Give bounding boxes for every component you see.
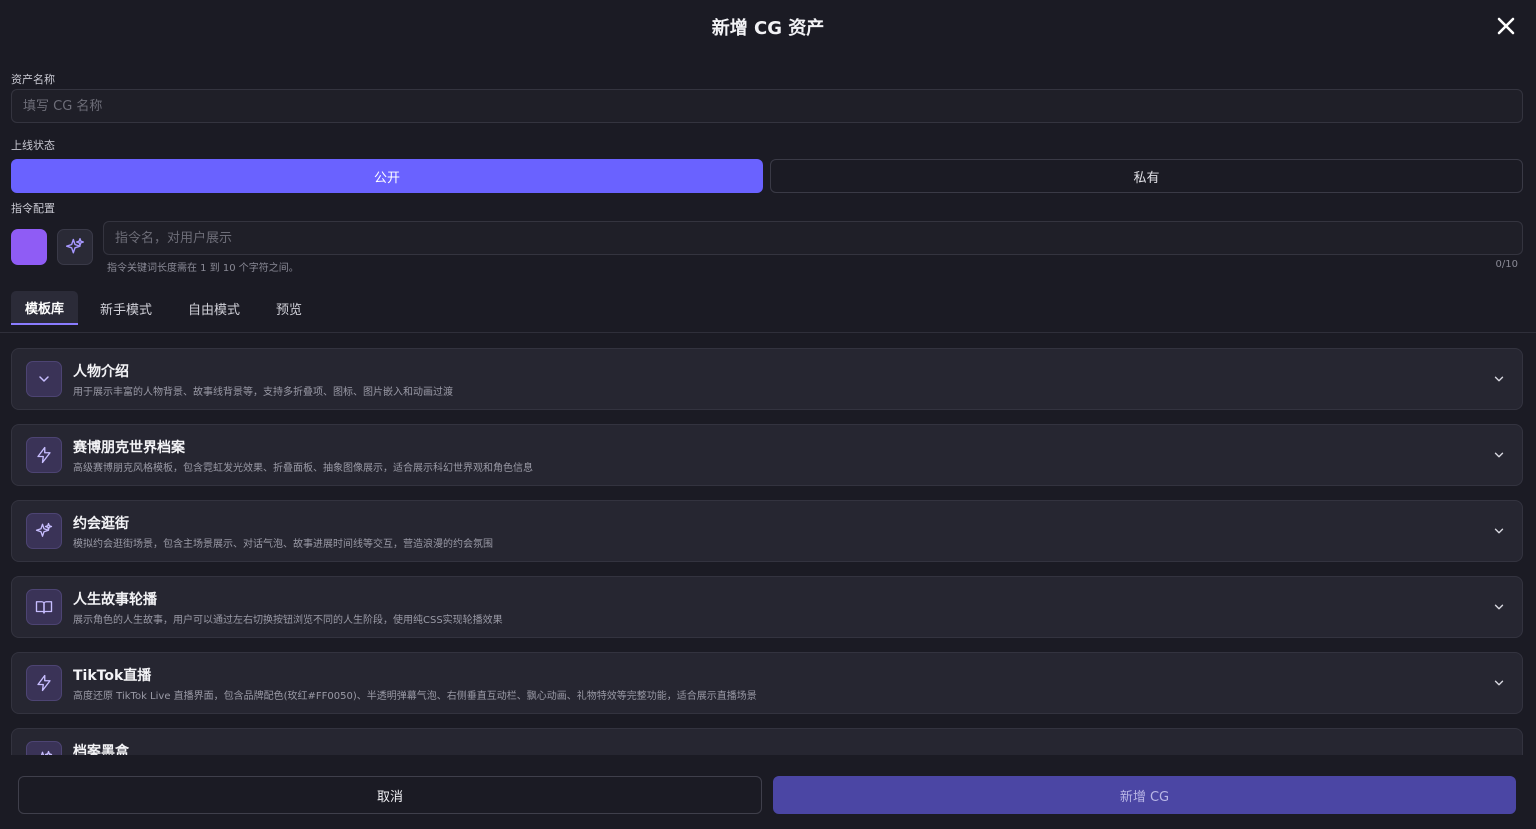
cancel-button[interactable]: 取消 (18, 776, 762, 814)
dialog-title: 新增 CG 资产 (711, 18, 825, 39)
icon-picker-button[interactable] (57, 229, 93, 265)
tab-template-library[interactable]: 模板库 (11, 291, 79, 325)
lightning-icon (26, 437, 62, 473)
expand-chevron-icon[interactable] (1492, 676, 1506, 690)
submit-add-cg-button[interactable]: 新增 CG (773, 776, 1516, 814)
expand-chevron-icon[interactable] (1492, 372, 1506, 386)
close-icon[interactable] (1494, 14, 1518, 38)
dialog-footer: 取消 新增 CG (0, 755, 1536, 829)
template-title: TikTok直播 (73, 668, 152, 684)
template-title: 赛博朋克世界档案 (73, 440, 185, 456)
color-picker-swatch[interactable] (11, 229, 47, 265)
template-card[interactable]: TikTok直播 高度还原 TikTok Live 直播界面，包含品牌配色(玫红… (11, 652, 1523, 714)
command-char-counter: 0/10 (1495, 259, 1518, 270)
template-description: 高度还原 TikTok Live 直播界面，包含品牌配色(玫红#FF0050)、… (73, 691, 757, 702)
template-card[interactable]: 人物介绍 用于展示丰富的人物背景、故事线背景等，支持多折叠项、图标、图片嵌入和动… (11, 348, 1523, 410)
book-icon (26, 589, 62, 625)
template-description: 展示角色的人生故事，用户可以通过左右切换按钮浏览不同的人生阶段，使用纯CSS实现… (73, 615, 503, 626)
template-title: 人生故事轮播 (73, 592, 157, 608)
status-public-button[interactable]: 公开 (11, 159, 763, 193)
command-name-input[interactable] (103, 221, 1523, 255)
sparkles-icon (26, 513, 62, 549)
asset-name-label: 资产名称 (11, 73, 55, 86)
status-private-button[interactable]: 私有 (770, 159, 1523, 193)
tab-preview[interactable]: 预览 (262, 291, 316, 325)
sparkles-icon (26, 741, 62, 755)
status-label: 上线状态 (11, 139, 55, 152)
dialog-header: 新增 CG 资产 (0, 0, 1536, 56)
lightning-icon (26, 665, 62, 701)
expand-chevron-icon[interactable] (1492, 600, 1506, 614)
expand-chevron-icon[interactable] (1492, 448, 1506, 462)
sparkles-icon (65, 237, 85, 254)
command-hint: 指令关键词长度需在 1 到 10 个字符之间。 (107, 263, 299, 274)
mode-tabs: 模板库 新手模式 自由模式 预览 (11, 291, 324, 325)
asset-name-input[interactable] (11, 89, 1523, 123)
template-description: 用于展示丰富的人物背景、故事线背景等，支持多折叠项、图标、图片嵌入和动画过渡 (73, 387, 453, 398)
template-title: 人物介绍 (73, 364, 129, 380)
chevron-down-icon (26, 361, 62, 397)
template-card[interactable]: 人生故事轮播 展示角色的人生故事，用户可以通过左右切换按钮浏览不同的人生阶段，使… (11, 576, 1523, 638)
template-description: 高级赛博朋克风格模板，包含霓虹发光效果、折叠面板、抽象图像展示，适合展示科幻世界… (73, 463, 533, 474)
template-card[interactable]: 约会逛街 模拟约会逛街场景，包含主场景展示、对话气泡、故事进展时间线等交互，营造… (11, 500, 1523, 562)
command-config-label: 指令配置 (11, 202, 55, 215)
template-title: 约会逛街 (73, 516, 129, 532)
template-card[interactable]: 档案黑盒 (11, 728, 1523, 755)
template-description: 模拟约会逛街场景，包含主场景展示、对话气泡、故事进展时间线等交互，营造浪漫的约会… (73, 539, 493, 550)
template-card[interactable]: 赛博朋克世界档案 高级赛博朋克风格模板，包含霓虹发光效果、折叠面板、抽象图像展示… (11, 424, 1523, 486)
template-title: 档案黑盒 (73, 744, 129, 755)
tab-beginner-mode[interactable]: 新手模式 (86, 291, 166, 325)
tab-free-mode[interactable]: 自由模式 (174, 291, 254, 325)
expand-chevron-icon[interactable] (1492, 524, 1506, 538)
template-list: 人物介绍 用于展示丰富的人物背景、故事线背景等，支持多折叠项、图标、图片嵌入和动… (0, 333, 1536, 755)
